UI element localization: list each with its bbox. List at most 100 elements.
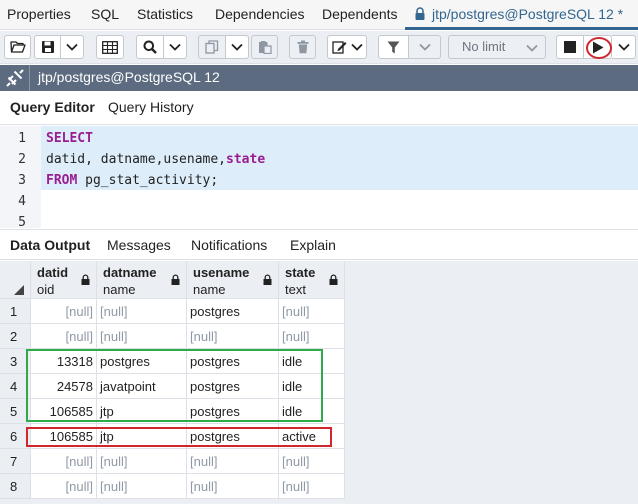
query-tool-icon bbox=[415, 7, 425, 20]
connection-divider bbox=[29, 65, 30, 91]
edit-grid-button[interactable] bbox=[96, 35, 124, 59]
table-cell-usename[interactable]: postgres bbox=[187, 299, 279, 324]
table-cell-datname[interactable]: [null] bbox=[97, 299, 187, 324]
tab-notifications[interactable]: Notifications bbox=[191, 237, 267, 253]
column-type: text bbox=[285, 282, 306, 297]
code-line: SELECT bbox=[46, 131, 93, 146]
column-header-usename[interactable]: usename name bbox=[187, 261, 279, 299]
grid-icon bbox=[102, 40, 118, 54]
connection-bar: jtp/postgres@PostgreSQL 12 bbox=[0, 65, 638, 91]
save-options-dropdown[interactable] bbox=[61, 35, 84, 59]
table-row[interactable]: 2 [null] [null] [null] [null] bbox=[0, 324, 345, 349]
connection-status-icon[interactable] bbox=[6, 69, 24, 87]
lock-icon bbox=[263, 274, 272, 285]
tab-dependents[interactable]: Dependents bbox=[322, 6, 398, 22]
chevron-down-icon bbox=[526, 44, 538, 52]
execute-options-dropdown[interactable] bbox=[612, 35, 636, 59]
chevron-down-icon bbox=[66, 43, 78, 51]
column-header-datid[interactable]: datid oid bbox=[31, 261, 97, 299]
row-number[interactable]: 1 bbox=[0, 299, 31, 324]
idle-rows-highlight-box bbox=[26, 349, 323, 422]
table-cell-usename[interactable]: [null] bbox=[187, 474, 279, 499]
table-cell-state[interactable]: [null] bbox=[279, 299, 345, 324]
output-tabs: Data Output Messages Notifications Expla… bbox=[0, 229, 638, 260]
row-limit-select[interactable]: No limit bbox=[448, 35, 546, 59]
table-cell-datid[interactable]: [null] bbox=[31, 474, 97, 499]
table-cell-usename[interactable]: [null] bbox=[187, 449, 279, 474]
chevron-down-icon bbox=[169, 43, 181, 51]
table-cell-datname[interactable]: [null] bbox=[97, 449, 187, 474]
chevron-down-icon bbox=[350, 43, 363, 51]
table-cell-datid[interactable]: [null] bbox=[31, 324, 97, 349]
copy-options-dropdown[interactable] bbox=[226, 35, 249, 59]
line-number: 5 bbox=[18, 215, 26, 230]
filter-button[interactable] bbox=[378, 35, 409, 59]
tab-statistics[interactable]: Statistics bbox=[137, 6, 193, 22]
active-tab-underline bbox=[405, 27, 638, 30]
search-icon bbox=[143, 40, 157, 54]
column-header-datname[interactable]: datname name bbox=[97, 261, 187, 299]
column-name: usename bbox=[193, 265, 250, 280]
chevron-down-icon bbox=[231, 43, 243, 51]
sql-editor[interactable]: 1 2 3 4 5 SELECT datid, datname,usename,… bbox=[0, 126, 638, 230]
save-icon bbox=[41, 41, 54, 53]
code-text: datid, datname,usename, bbox=[46, 152, 227, 167]
row-number[interactable]: 7 bbox=[0, 449, 31, 474]
edit-button[interactable] bbox=[327, 35, 367, 59]
lock-icon bbox=[171, 274, 180, 285]
filter-options-dropdown[interactable] bbox=[409, 35, 441, 59]
tab-query-tool-label: jtp/postgres@PostgreSQL 12 * bbox=[432, 6, 624, 22]
table-row[interactable]: 7 [null] [null] [null] [null] bbox=[0, 449, 345, 474]
tab-messages[interactable]: Messages bbox=[107, 237, 171, 253]
tab-properties[interactable]: Properties bbox=[7, 6, 71, 22]
open-file-button[interactable] bbox=[4, 35, 31, 59]
tab-dependencies[interactable]: Dependencies bbox=[215, 6, 305, 22]
column-type: name bbox=[103, 282, 136, 297]
paste-icon bbox=[258, 41, 272, 54]
column-name: datid bbox=[37, 265, 69, 280]
column-name: state bbox=[285, 265, 316, 280]
tab-query-history[interactable]: Query History bbox=[108, 99, 194, 115]
stop-button[interactable] bbox=[556, 35, 584, 59]
code-line: FROM pg_stat_activity; bbox=[46, 173, 218, 188]
table-cell-usename[interactable]: [null] bbox=[187, 324, 279, 349]
table-cell-state[interactable]: [null] bbox=[279, 324, 345, 349]
tab-explain[interactable]: Explain bbox=[290, 237, 336, 253]
column-header-state[interactable]: state text bbox=[279, 261, 345, 299]
table-cell-state[interactable]: [null] bbox=[279, 449, 345, 474]
lock-icon bbox=[329, 274, 338, 285]
query-toolbar: No limit bbox=[0, 31, 638, 64]
find-options-dropdown[interactable] bbox=[164, 35, 187, 59]
row-number[interactable]: 8 bbox=[0, 474, 31, 499]
table-row[interactable]: 1 [null] [null] postgres [null] bbox=[0, 299, 345, 324]
tab-query-editor[interactable]: Query Editor bbox=[10, 99, 95, 115]
code-text: pg_stat_activity; bbox=[77, 173, 219, 188]
row-number[interactable]: 2 bbox=[0, 324, 31, 349]
find-button[interactable] bbox=[136, 35, 164, 59]
panel-tab-strip: Properties SQL Statistics Dependencies D… bbox=[0, 0, 638, 30]
table-cell-datname[interactable]: [null] bbox=[97, 474, 187, 499]
lock-icon bbox=[81, 274, 90, 285]
corner-triangle-icon bbox=[14, 285, 24, 295]
tab-sql[interactable]: SQL bbox=[91, 6, 119, 22]
select-all-corner[interactable] bbox=[0, 261, 31, 299]
column-type: oid bbox=[37, 282, 55, 297]
table-cell-datid[interactable]: [null] bbox=[31, 299, 97, 324]
table-cell-state[interactable]: [null] bbox=[279, 474, 345, 499]
table-cell-datname[interactable]: [null] bbox=[97, 324, 187, 349]
sql-keyword: SELECT bbox=[46, 131, 93, 146]
edit-icon bbox=[331, 41, 346, 54]
table-row[interactable]: 8 [null] [null] [null] [null] bbox=[0, 474, 345, 499]
column-name: datname bbox=[103, 265, 157, 280]
delete-button[interactable] bbox=[289, 35, 316, 59]
table-cell-datid[interactable]: [null] bbox=[31, 449, 97, 474]
paste-button[interactable] bbox=[251, 35, 278, 59]
execute-highlight-circle bbox=[586, 37, 612, 59]
save-button[interactable] bbox=[34, 35, 61, 59]
folder-open-icon bbox=[9, 41, 26, 53]
filter-icon bbox=[387, 41, 400, 53]
tab-query-tool[interactable]: jtp/postgres@PostgreSQL 12 * bbox=[413, 6, 623, 22]
copy-button[interactable] bbox=[198, 35, 226, 59]
code-line: datid, datname,usename,state bbox=[46, 152, 265, 167]
tab-data-output[interactable]: Data Output bbox=[10, 237, 90, 253]
